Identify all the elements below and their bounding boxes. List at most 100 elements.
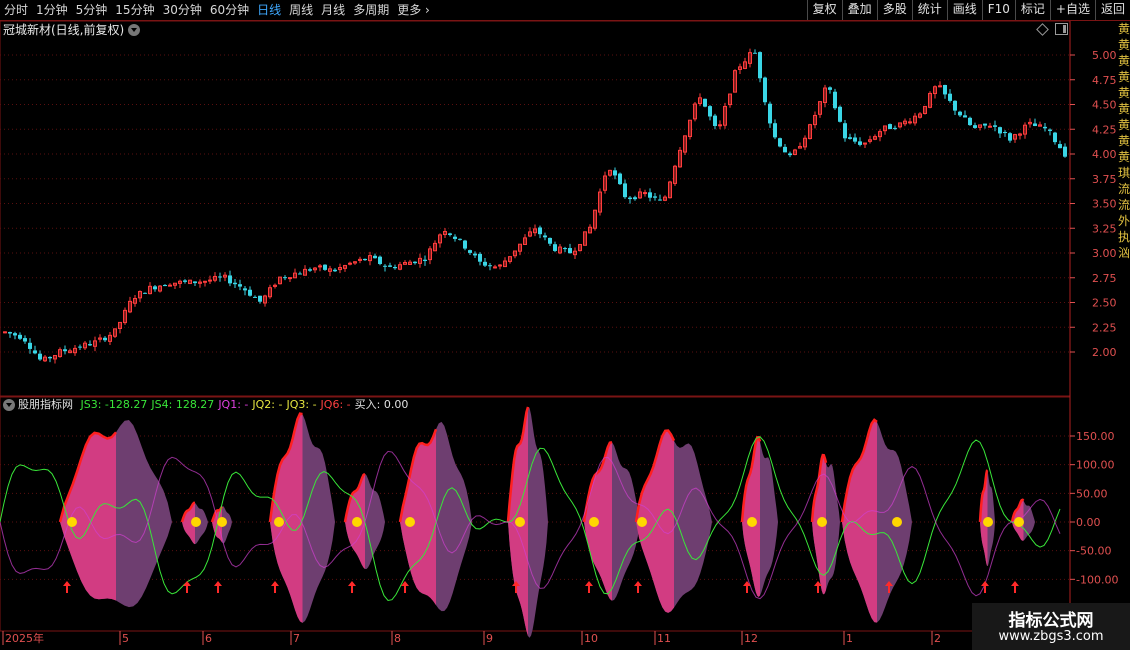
candle-body [548, 237, 552, 244]
chevron-down-icon[interactable] [3, 399, 15, 411]
window-toggle-icon[interactable] [1055, 23, 1068, 35]
buy-arrow-icon [271, 581, 279, 593]
chevron-down-icon[interactable] [128, 24, 140, 36]
indicator-lobe-purple [842, 419, 912, 623]
tab-period-10[interactable]: 更多 › [393, 0, 434, 20]
candle-body [513, 250, 517, 257]
candle-body [593, 209, 597, 229]
candle-body [833, 91, 837, 109]
indicator-tick-label: -50.00 [1076, 545, 1111, 558]
candle-body [1023, 124, 1027, 135]
candle-body [348, 262, 352, 265]
tab-period-2[interactable]: 5分钟 [72, 0, 112, 20]
candle-body [408, 261, 412, 265]
chevron-right-icon: › [421, 3, 430, 17]
candle-body [618, 173, 622, 185]
indicator-tick-label: 100.00 [1076, 459, 1115, 472]
buy-signal-dot [405, 517, 415, 527]
candle-body [973, 125, 977, 128]
candle-body [638, 191, 642, 199]
toolbar-button-2[interactable]: 多股 [876, 0, 912, 20]
candle-body [478, 253, 482, 262]
tab-period-5[interactable]: 60分钟 [206, 0, 253, 20]
indicator-lobe-purple [584, 442, 640, 601]
tab-period-9[interactable]: 多周期 [349, 0, 393, 20]
candle-body [983, 123, 987, 126]
price-tick-label: 3.75 [1092, 173, 1117, 186]
tab-period-8[interactable]: 月线 [317, 0, 349, 20]
candle-body [753, 52, 757, 54]
chart-area[interactable]: 5.00 4.75 4.50 4.25 4.00 3.75 3.50 3.25 3.00 2.75… [0, 0, 1130, 650]
tab-period-4[interactable]: 30分钟 [159, 0, 206, 20]
indicator-lobe-edge [634, 429, 676, 523]
candle-body [863, 142, 867, 145]
tab-period-3[interactable]: 15分钟 [111, 0, 158, 20]
candle-body [433, 242, 437, 252]
side-panel-char: 黄 [1118, 86, 1130, 100]
toolbar-button-4[interactable]: 画线 [946, 0, 982, 20]
toolbar-button-6[interactable]: 标记 [1014, 0, 1050, 20]
candle-body [428, 248, 432, 261]
candle-body [203, 280, 207, 283]
watermark-title: 指标公式网 [1008, 611, 1094, 631]
candle-body [718, 124, 722, 127]
side-panel-edge: 黄黄黄黄黄黄黄黄黄琪流流外执汹 [1118, 21, 1130, 621]
candle-body [308, 269, 312, 271]
candle-body [463, 240, 467, 249]
toolbar-button-7[interactable]: +自选 [1049, 0, 1095, 20]
side-panel-char: 琪 [1118, 166, 1130, 180]
toolbar-button-1[interactable]: 叠加 [841, 0, 877, 20]
candle-body [783, 146, 787, 153]
indicator-lobe-purple [1012, 499, 1035, 541]
candle-body [1008, 133, 1012, 141]
indicator-tick-label: 150.00 [1076, 430, 1115, 443]
date-tick-label: 8 [394, 632, 401, 645]
candle-body [928, 92, 932, 108]
candle-body [453, 236, 457, 239]
toolbar-button-0[interactable]: 复权 [806, 0, 842, 20]
candle-body [553, 244, 557, 251]
candle-body [163, 284, 167, 287]
side-panel-char: 黄 [1118, 134, 1130, 148]
candle-body [1058, 144, 1062, 149]
candle-body [48, 356, 52, 359]
side-panel-char: 黄 [1118, 22, 1130, 36]
candle-body [953, 100, 957, 111]
indicator-value-5: JQ6: - [320, 398, 351, 411]
tab-period-1[interactable]: 1分钟 [32, 0, 72, 20]
toolbar-button-8[interactable]: 返回 [1094, 0, 1130, 20]
indicator-lobe-pink [60, 432, 116, 601]
candle-body [483, 261, 487, 266]
tab-period-7[interactable]: 周线 [285, 0, 317, 20]
toolbar-button-5[interactable]: F10 [981, 0, 1015, 20]
candle-body [173, 282, 177, 286]
candle-body [473, 253, 477, 256]
tab-period-6[interactable]: 日线 [253, 0, 285, 20]
indicator-lobe-purple [182, 502, 208, 545]
candle-body [58, 349, 62, 358]
candle-body [13, 333, 17, 336]
candle-body [613, 170, 617, 176]
candle-body [438, 234, 442, 244]
buy-arrow-icon [512, 581, 520, 593]
indicator-lobe-pink [742, 437, 760, 597]
side-panel-char: 黄 [1118, 150, 1130, 164]
side-panel-char: 流 [1118, 198, 1130, 212]
price-tick-label: 4.50 [1092, 99, 1117, 112]
tab-period-0[interactable]: 分时 [0, 0, 32, 20]
toolbar-button-3[interactable]: 统计 [911, 0, 947, 20]
candle-body [193, 281, 197, 284]
candle-body [258, 295, 262, 302]
buy-signal-dot [747, 517, 757, 527]
candle-body [808, 124, 812, 140]
date-tick-label: 10 [584, 632, 598, 645]
candle-body [443, 230, 447, 236]
candle-body [138, 291, 142, 299]
candle-body [1053, 132, 1057, 143]
candle-body [1048, 129, 1052, 131]
candle-body [198, 281, 202, 284]
candle-body [3, 331, 7, 334]
candle-body [518, 243, 522, 252]
candle-body [38, 353, 42, 360]
buy-signal-dot [589, 517, 599, 527]
